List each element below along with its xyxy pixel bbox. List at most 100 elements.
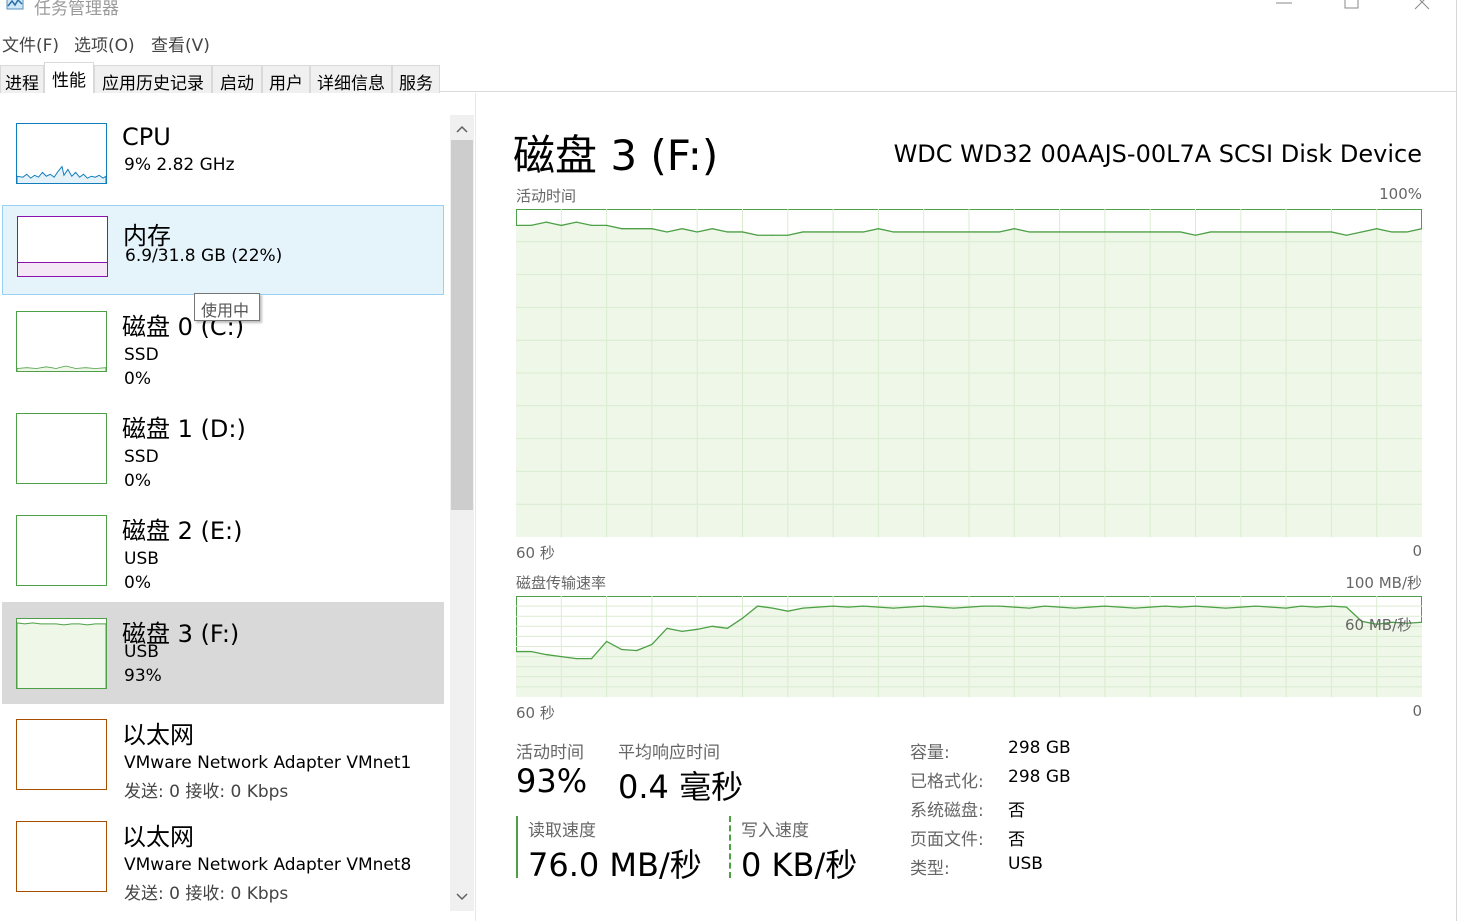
sidebar-item-detail: 9% 2.82 GHz: [124, 155, 235, 175]
transfer-graph-data-point: [877, 606, 879, 608]
formatted-label: 已格式化:: [910, 772, 984, 792]
activity-graph-data-point: [606, 224, 608, 226]
disk-1-thumbnail: [16, 413, 107, 484]
sidebar-item-disk-1[interactable]: 磁盘 1 (D:) SSD 0%: [2, 399, 444, 491]
sidebar-item-type: SSD: [124, 447, 159, 467]
chevron-down-icon[interactable]: [452, 887, 472, 907]
maximize-icon[interactable]: [1340, 0, 1364, 14]
transfer-graph-data-point: [1013, 606, 1015, 608]
cpu-thumbnail: [16, 123, 107, 184]
sidebar-scroll-thumb[interactable]: [451, 140, 473, 510]
tab-startup[interactable]: 启动: [212, 65, 262, 94]
activity-graph-data-point: [1255, 231, 1257, 233]
activity-graph-data-point: [681, 228, 683, 230]
activity-graph-data-point: [847, 231, 849, 233]
graph-transfer-time-left: 60 秒: [516, 704, 555, 722]
activity-graph-data-point: [545, 221, 547, 223]
sidebar-item-memory[interactable]: 内存 6.9/31.8 GB (22%): [2, 205, 444, 295]
page-title: 磁盘 3 (F:): [513, 131, 719, 180]
activity-graph-data-point: [1104, 231, 1106, 233]
transfer-graph-data-point: [1179, 606, 1181, 608]
tab-details[interactable]: 详细信息: [310, 65, 392, 94]
transfer-graph-data-point: [1089, 606, 1091, 608]
activity-graph-data-point: [877, 228, 879, 230]
activity-graph-data-point: [530, 224, 532, 226]
menu-options[interactable]: 选项(O): [74, 31, 135, 56]
activity-graph-data-point: [983, 231, 985, 233]
activity-graph-data-point: [892, 231, 895, 233]
tab-services[interactable]: 服务: [392, 65, 440, 94]
transfer-graph-data-point: [787, 610, 789, 612]
transfer-graph-data-point: [1315, 606, 1317, 608]
read-speed-marker: [516, 816, 518, 878]
activity-graph-data-point: [1300, 231, 1302, 233]
window-title: 任务管理器: [34, 0, 119, 19]
transfer-graph-data-point: [1104, 605, 1106, 607]
transfer-graph-data-point: [1210, 606, 1212, 608]
sidebar-item-ethernet-vmnet8[interactable]: 以太网 VMware Network Adapter VMnet8 发送: 0 …: [2, 807, 444, 904]
capacity-label: 容量:: [910, 743, 950, 763]
activity-graph-data-point: [1119, 231, 1121, 233]
transfer-graph-data-point: [862, 605, 864, 607]
task-manager-icon: [6, 0, 24, 10]
activity-graph-data-point: [1240, 231, 1242, 233]
sidebar-item-cpu[interactable]: CPU 9% 2.82 GHz: [2, 113, 444, 203]
sidebar-item-usage: 0%: [124, 573, 151, 593]
transfer-graph-data-point: [923, 605, 925, 607]
menu-file[interactable]: 文件(F): [2, 31, 59, 56]
transfer-rate-graph: [516, 596, 1422, 697]
transfer-graph-data-point: [1300, 605, 1302, 607]
sidebar-item-name: CPU: [122, 123, 171, 151]
transfer-graph-data-point: [1164, 605, 1166, 607]
sidebar-item-disk-3[interactable]: 磁盘 3 (F:) USB 93%: [2, 602, 444, 704]
transfer-graph-data-point: [681, 630, 683, 632]
transfer-graph-data-point: [666, 627, 668, 629]
tab-bar: 进程 性能 应用历史记录 启动 用户 详细信息 服务: [0, 62, 1462, 94]
transfer-graph-data-point: [1285, 607, 1287, 609]
transfer-graph-data-point: [817, 606, 819, 608]
activity-graph-data-point: [696, 231, 698, 233]
tab-users[interactable]: 用户: [262, 65, 310, 94]
close-icon[interactable]: [1410, 0, 1434, 14]
system-disk-value: 否: [1008, 801, 1025, 821]
minimize-icon[interactable]: [1272, 0, 1296, 14]
activity-graph-data-point: [575, 221, 577, 223]
menu-view[interactable]: 查看(V): [151, 31, 210, 56]
transfer-graph-data-point: [1149, 606, 1151, 608]
tab-performance[interactable]: 性能: [44, 62, 94, 93]
chevron-up-icon[interactable]: [452, 119, 472, 139]
response-time-value: 0.4 毫秒: [618, 768, 744, 806]
activity-graph-data-point: [862, 231, 864, 233]
graph-activity-label: 活动时间: [516, 187, 577, 205]
activity-graph-data-point: [1270, 231, 1272, 233]
sidebar-item-usage: 0%: [124, 369, 151, 389]
sidebar-item-adapter: VMware Network Adapter VMnet1: [124, 753, 412, 773]
sidebar-item-usage: 0%: [124, 471, 151, 491]
tab-processes[interactable]: 进程: [0, 65, 44, 94]
activity-graph-data-point: [832, 231, 834, 233]
activity-graph-data-point: [953, 231, 955, 233]
type-label: 类型:: [910, 859, 950, 879]
activity-graph-data-point: [1028, 231, 1030, 233]
type-value: USB: [1008, 854, 1043, 874]
sidebar-item-disk-2[interactable]: 磁盘 2 (E:) USB 0%: [2, 501, 444, 593]
graph-activity-time-left: 60 秒: [516, 544, 555, 562]
active-time-value: 93%: [516, 762, 588, 800]
transfer-graph-data-point: [606, 640, 608, 643]
activity-graph-data-point: [1134, 231, 1136, 233]
transfer-graph-data-point: [1225, 607, 1227, 609]
tab-app-history[interactable]: 应用历史记录: [94, 65, 212, 94]
transfer-graph-data-point: [847, 606, 849, 608]
activity-graph-data-point: [1361, 231, 1363, 233]
activity-graph-data-point: [938, 231, 940, 233]
transfer-graph-data-point: [1059, 606, 1061, 608]
activity-graph-data-point: [1376, 228, 1378, 230]
sidebar-item-ethernet-vmnet1[interactable]: 以太网 VMware Network Adapter VMnet1 发送: 0 …: [2, 705, 444, 802]
transfer-graph-data-point: [998, 605, 1000, 607]
activity-graph-data-point: [757, 234, 759, 236]
transfer-graph-data-point: [1240, 606, 1242, 608]
transfer-graph-data-point: [953, 607, 955, 609]
transfer-graph-data-point: [1074, 607, 1076, 609]
activity-graph-data-point: [1089, 231, 1091, 233]
activity-graph-data-point: [908, 231, 910, 233]
